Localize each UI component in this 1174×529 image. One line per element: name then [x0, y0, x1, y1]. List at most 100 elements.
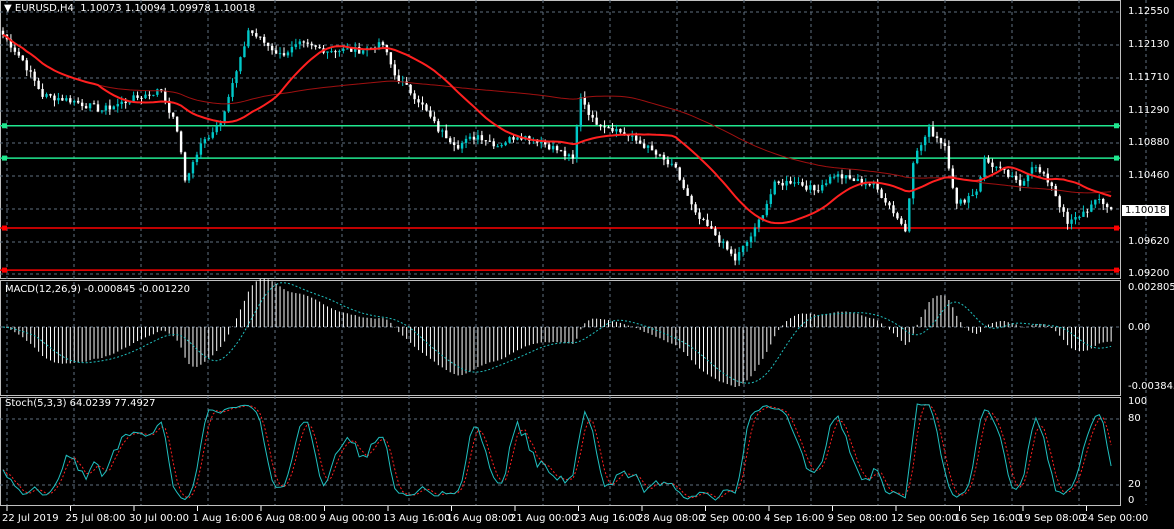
- chart-canvas[interactable]: [0, 0, 1174, 529]
- candle-body: [445, 130, 448, 139]
- candle-body: [607, 127, 610, 129]
- candle-body: [338, 50, 341, 53]
- candle-body: [1010, 175, 1014, 177]
- stoch-axis-0: 0: [1128, 495, 1135, 506]
- candle-body: [381, 42, 385, 46]
- candle-body: [785, 180, 788, 186]
- candle-body: [73, 100, 76, 103]
- candle-body: [547, 144, 551, 150]
- candle-body: [120, 101, 123, 105]
- candle-body: [662, 154, 666, 160]
- candle-body: [943, 143, 947, 146]
- candle-body: [397, 75, 400, 82]
- candle-body: [492, 141, 495, 147]
- candle-body: [955, 187, 958, 204]
- candle-body: [642, 143, 646, 148]
- candle-body: [203, 139, 207, 144]
- candle-body: [274, 50, 278, 54]
- candle-body: [718, 235, 721, 243]
- candle-body: [464, 138, 468, 143]
- candle-body: [650, 145, 654, 151]
- candle-body: [848, 175, 852, 179]
- candle-body: [765, 203, 769, 216]
- candle-body: [61, 98, 64, 101]
- candle-body: [239, 57, 242, 72]
- candle-body: [282, 53, 286, 56]
- stoch-axis-80: 80: [1128, 413, 1141, 424]
- candle-body: [1078, 216, 1081, 218]
- candle-body: [694, 204, 697, 213]
- line-handle: [2, 155, 7, 161]
- candle-body: [1105, 204, 1109, 208]
- candle-body: [29, 70, 32, 72]
- price-axis-label: 1.09620: [1128, 236, 1170, 247]
- candle-body: [749, 236, 753, 242]
- time-axis-label: 2 Sep 00:00: [700, 513, 761, 524]
- candle-body: [350, 48, 353, 52]
- candle-body: [472, 136, 476, 140]
- candle-body: [286, 52, 290, 56]
- candle-body: [179, 131, 183, 153]
- candle-body: [104, 105, 108, 111]
- candle-body: [801, 182, 804, 186]
- candle-body: [971, 194, 974, 197]
- candle-body: [53, 95, 56, 101]
- candle-body: [496, 146, 499, 148]
- candle-body: [959, 199, 962, 204]
- candle-body: [21, 55, 24, 61]
- candle-body: [57, 98, 60, 101]
- candle-body: [856, 178, 860, 182]
- candle-body: [900, 218, 903, 224]
- candle-body: [579, 96, 583, 127]
- candle-body: [904, 223, 907, 232]
- candle-body: [33, 71, 36, 81]
- time-axis-label: 1 Aug 16:00: [192, 513, 254, 524]
- candle-body: [1018, 179, 1022, 186]
- close-value: 1.10018: [213, 3, 256, 14]
- candle-body: [1058, 196, 1061, 208]
- candle-body: [1030, 167, 1034, 174]
- candle-body: [1086, 211, 1089, 213]
- candle-body: [599, 124, 602, 127]
- candle-body: [927, 126, 931, 137]
- candle-body: [888, 202, 891, 206]
- candle-body: [638, 140, 642, 144]
- candle-body: [809, 185, 812, 190]
- candle-body: [429, 110, 432, 117]
- candle-body: [171, 112, 175, 117]
- line-handle: [1114, 267, 1119, 273]
- price-axis-label: 1.12550: [1128, 6, 1170, 17]
- candle-body: [207, 137, 210, 140]
- candle-body: [686, 188, 689, 196]
- candle-body: [892, 205, 895, 214]
- candle-body: [666, 159, 670, 165]
- candle-body: [690, 195, 693, 205]
- candle-body: [773, 181, 776, 195]
- candle-body: [682, 179, 685, 189]
- line-handle: [1114, 225, 1119, 231]
- candle-body: [152, 94, 155, 96]
- candle-body: [334, 51, 337, 53]
- candle-body: [769, 194, 772, 204]
- candle-body: [658, 154, 662, 156]
- candle-body: [868, 184, 871, 186]
- time-axis-label: 25 Jul 08:00: [65, 513, 126, 524]
- candle-body: [298, 41, 302, 45]
- candle-body: [437, 121, 440, 132]
- candle-body: [480, 135, 484, 141]
- candle-body: [551, 146, 555, 150]
- candle-body: [136, 95, 139, 98]
- candle-body: [710, 226, 713, 229]
- candle-body: [441, 130, 444, 132]
- candle-body: [140, 97, 143, 99]
- candle-body: [259, 36, 262, 38]
- candle-body: [433, 116, 436, 122]
- dropdown-arrow-icon[interactable]: ▼: [4, 3, 12, 14]
- candle-body: [824, 183, 828, 185]
- chart-window[interactable]: ▼ EURUSD,H4 1.10073 1.10094 1.09978 1.10…: [0, 0, 1174, 529]
- candle-body: [999, 166, 1002, 168]
- candle-body: [1098, 198, 1101, 200]
- candle-body: [674, 163, 677, 168]
- candle-body: [836, 174, 840, 177]
- candle-body: [777, 181, 780, 183]
